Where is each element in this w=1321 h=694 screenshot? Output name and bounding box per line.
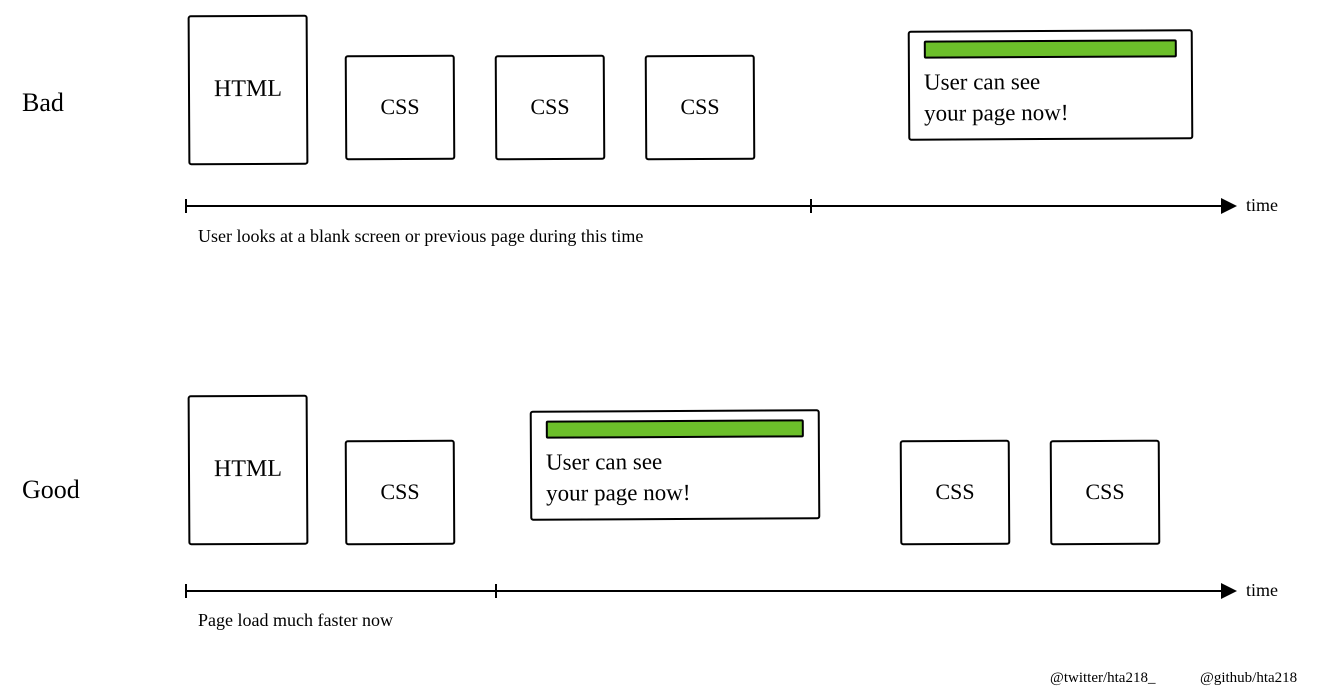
result-box-good: User can see your page now!: [530, 409, 821, 521]
row-label-good: Good: [22, 475, 80, 505]
tick-start-bad: [185, 199, 187, 213]
box-css2-good: CSS: [900, 440, 1011, 546]
result-bar-good: [546, 419, 804, 438]
box-css3-bad-label: CSS: [680, 93, 719, 122]
time-label-good: time: [1246, 580, 1278, 601]
box-html-good: HTML: [188, 395, 309, 546]
box-css3-good-label: CSS: [1085, 478, 1124, 507]
arrowhead-bad: [1221, 198, 1237, 214]
row-label-bad: Bad: [22, 88, 64, 118]
result-bar-bad: [924, 39, 1177, 58]
result-text-good: User can see your page now!: [546, 445, 804, 508]
box-css1-bad-label: CSS: [380, 93, 419, 122]
box-css3-bad: CSS: [645, 55, 756, 161]
box-css2-bad-label: CSS: [530, 93, 569, 122]
box-html-bad: HTML: [188, 15, 309, 166]
tick-mid-bad: [810, 199, 812, 213]
credit-twitter: @twitter/hta218_: [1050, 670, 1155, 687]
box-css1-good-label: CSS: [380, 478, 419, 507]
tick-mid-good: [495, 584, 497, 598]
credit-github: @github/hta218: [1200, 670, 1297, 687]
result-box-bad: User can see your page now!: [908, 29, 1194, 141]
timeline-bad: [185, 205, 1235, 207]
caption-bad: User looks at a blank screen or previous…: [198, 226, 643, 247]
result-text-bad: User can see your page now!: [924, 65, 1177, 128]
time-label-bad: time: [1246, 195, 1278, 216]
box-html-bad-label: HTML: [214, 74, 282, 106]
box-css3-good: CSS: [1050, 440, 1161, 546]
caption-good: Page load much faster now: [198, 610, 393, 631]
box-css1-good: CSS: [345, 440, 456, 546]
arrowhead-good: [1221, 583, 1237, 599]
box-css1-bad: CSS: [345, 55, 456, 161]
box-css2-good-label: CSS: [935, 478, 974, 507]
box-html-good-label: HTML: [214, 454, 282, 486]
box-css2-bad: CSS: [495, 55, 606, 161]
tick-start-good: [185, 584, 187, 598]
timeline-good: [185, 590, 1235, 592]
